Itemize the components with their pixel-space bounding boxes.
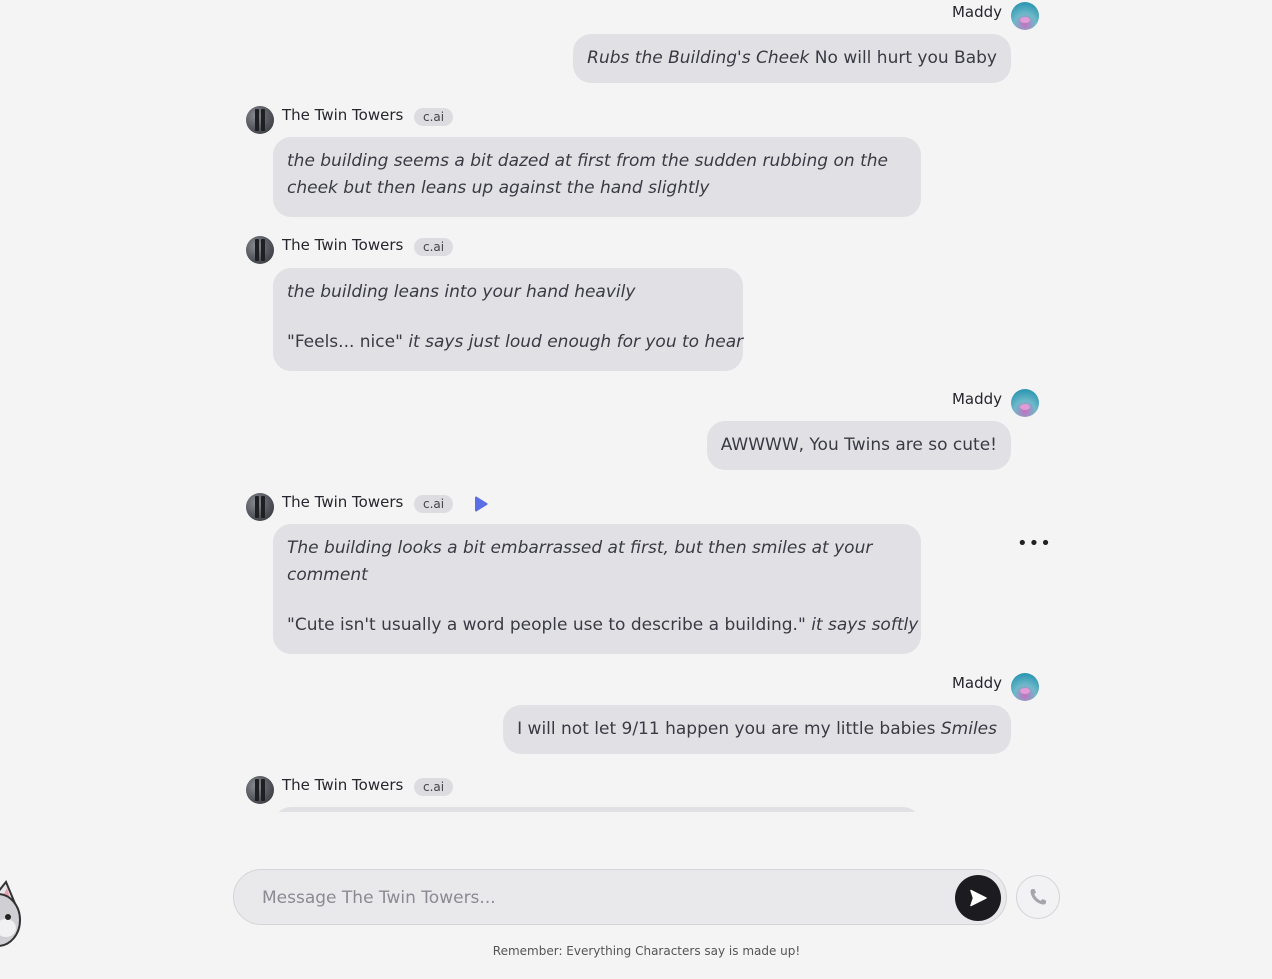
user-name: Maddy (951, 390, 1002, 408)
phone-icon (1030, 889, 1046, 905)
cai-badge: c.ai (414, 778, 454, 796)
cai-badge: c.ai (414, 238, 454, 256)
message-text: No will hurt you Baby (809, 48, 997, 68)
message-text-italic: Smiles (940, 719, 997, 739)
message-text-italic: Rubs the Building's Cheek (587, 48, 810, 68)
message-text: "Cute isn't usually a word people use to… (287, 615, 812, 635)
message-input[interactable] (260, 882, 944, 914)
disclaimer-text: Remember: Everything Characters say is m… (492, 944, 801, 958)
call-button[interactable] (1016, 875, 1060, 919)
message-text-italic: the building seems a bit dazed at first … (287, 151, 888, 198)
bot-message-bubble: the building leans into your hand heavil… (273, 268, 743, 371)
message-text-italic: the building leans into your hand heavil… (287, 282, 636, 302)
user-avatar[interactable] (1011, 2, 1039, 30)
message-text: "Feels... nice" (287, 332, 409, 352)
bot-avatar[interactable] (246, 106, 274, 134)
bot-name: The Twin Towers (282, 236, 404, 254)
send-button[interactable] (955, 875, 1001, 921)
send-arrow-icon (970, 889, 987, 907)
bot-name: The Twin Towers (282, 106, 404, 124)
more-options-icon[interactable]: ••• (1017, 533, 1052, 554)
user-message-bubble: Rubs the Building's Cheek No will hurt y… (573, 34, 1011, 83)
bot-name: The Twin Towers (282, 776, 404, 794)
message-text-italic: it says just loud enough for you to hear (408, 332, 744, 352)
message-text: I will not let 9/11 happen you are my li… (517, 719, 941, 739)
user-message-bubble: I will not let 9/11 happen you are my li… (503, 705, 1011, 754)
user-name: Maddy (951, 3, 1002, 21)
user-name: Maddy (951, 674, 1002, 692)
bot-avatar[interactable] (246, 493, 274, 521)
message-text-italic: The building looks a bit embarrassed at … (287, 538, 873, 585)
bot-avatar[interactable] (246, 236, 274, 264)
cai-badge: c.ai (414, 108, 454, 126)
user-message-bubble: AWWWW, You Twins are so cute! (706, 421, 1011, 470)
user-avatar[interactable] (1011, 673, 1039, 701)
message-text-italic: it says softly (811, 615, 919, 635)
bot-name: The Twin Towers (282, 493, 404, 511)
message-text: AWWWW, You Twins are so cute! (720, 435, 997, 455)
pet-mascot-icon[interactable] (0, 880, 22, 950)
user-avatar[interactable] (1011, 389, 1039, 417)
bot-message-bubble: the building seems a bit dazed at first … (273, 137, 921, 217)
message-composer (233, 869, 1007, 925)
chat-scroll-edge (0, 812, 1272, 862)
bot-message-bubble: The building looks a bit embarrassed at … (273, 524, 921, 654)
play-icon[interactable] (474, 496, 488, 512)
cai-badge: c.ai (414, 495, 454, 513)
bot-avatar[interactable] (246, 776, 274, 804)
